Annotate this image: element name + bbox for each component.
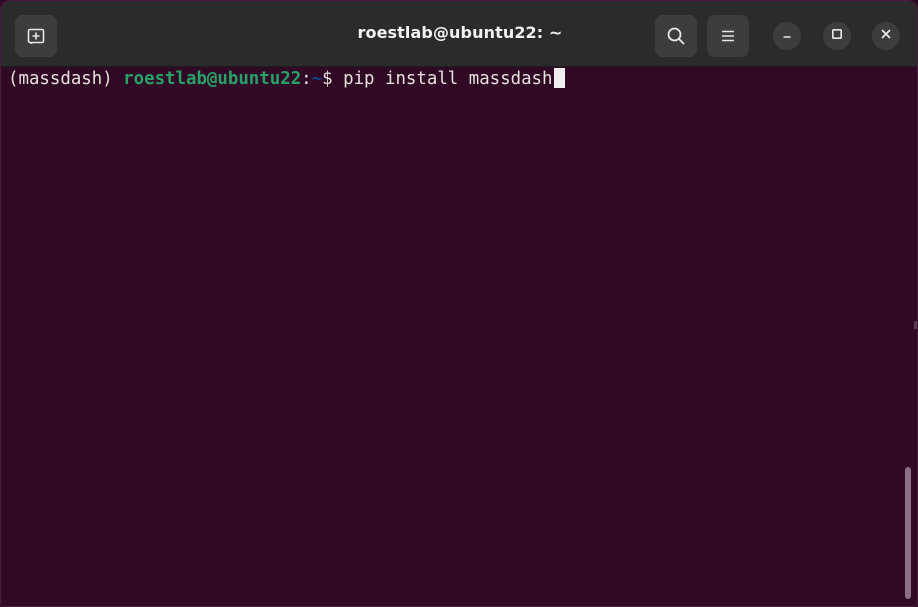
terminal-output[interactable]: (massdash) roestlab@ubuntu22:~$ pip inst… — [1, 67, 917, 606]
conda-env: (massdash) — [8, 69, 124, 89]
close-button[interactable] — [872, 22, 900, 50]
search-button[interactable] — [655, 15, 697, 57]
maximize-icon — [831, 27, 843, 45]
search-icon — [666, 26, 686, 46]
hamburger-menu-icon — [719, 27, 737, 45]
prompt-separator: : — [301, 69, 312, 89]
new-tab-icon — [26, 26, 46, 46]
close-icon — [880, 27, 892, 45]
minimize-button[interactable] — [773, 22, 801, 50]
minimize-icon — [781, 27, 793, 45]
prompt-symbol: $ — [322, 69, 344, 89]
maximize-button[interactable] — [823, 22, 851, 50]
menu-button[interactable] — [707, 15, 749, 57]
prompt-user-host: roestlab@ubuntu22 — [123, 69, 302, 89]
header-bar: roestlab@ubuntu22: ~ — [1, 1, 917, 67]
resize-edge — [914, 321, 917, 329]
prompt-path: ~ — [311, 69, 323, 89]
scrollbar-thumb[interactable] — [905, 467, 911, 599]
terminal-window: roestlab@ubuntu22: ~ (massdash) roestlab… — [0, 0, 918, 607]
prompt-line: (massdash) roestlab@ubuntu22:~$ pip inst… — [8, 68, 917, 90]
text-cursor — [553, 68, 565, 88]
command-input[interactable]: pip install massdash — [343, 69, 552, 89]
new-tab-button[interactable] — [15, 15, 57, 57]
